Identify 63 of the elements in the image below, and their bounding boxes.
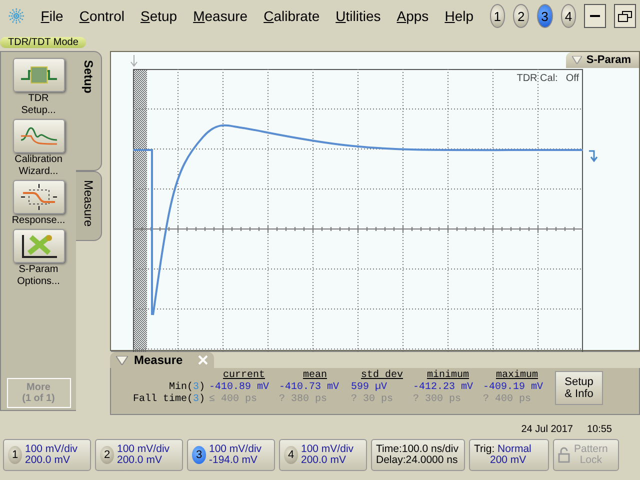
- restore-button[interactable]: [614, 4, 636, 28]
- dropdown-icon: [572, 56, 582, 64]
- channel-scale: 100 mV/div: [117, 444, 170, 455]
- measurement-name: Fall time(3): [132, 394, 206, 406]
- measure-title: Measure: [134, 353, 183, 367]
- menu-item[interactable]: Help: [436, 8, 482, 24]
- timebase-delay: Delay:24.0000 ns: [376, 455, 458, 466]
- restore-icon: [618, 10, 632, 22]
- setup-info-button[interactable]: Setup & Info: [555, 371, 603, 405]
- channel-button[interactable]: 1: [490, 4, 506, 28]
- column-header: current: [222, 370, 266, 382]
- cal-label: TDR Cal:: [516, 72, 558, 84]
- menu-item[interactable]: Setup: [132, 8, 186, 24]
- channel-number: 1: [8, 446, 22, 464]
- column-header: std dev: [360, 370, 404, 382]
- cal-value: Off: [566, 72, 579, 84]
- side-tab[interactable]: Measure: [76, 171, 102, 241]
- channel-number: 4: [284, 446, 298, 464]
- step-response-icon: [18, 184, 58, 210]
- trigger-marker-icon: [130, 55, 138, 67]
- channel-number: 2: [100, 446, 114, 464]
- measurement-value: -410.89 mV: [209, 382, 270, 394]
- menu-item[interactable]: Measure: [185, 8, 256, 24]
- time: 10:55: [586, 424, 612, 435]
- column-header: mean: [302, 370, 328, 382]
- side-tab[interactable]: Setup: [76, 51, 102, 171]
- measurement-value: -410.73 mV: [279, 382, 340, 394]
- channel-offset: -194.0 mV: [209, 455, 258, 466]
- trigger-level: 200 mV: [490, 455, 528, 466]
- collapse-icon: [116, 356, 128, 364]
- timebase-button[interactable]: Time:100.0 ns/div Delay:24.0000 ns: [371, 439, 465, 471]
- measurement-value: 599 µV: [351, 382, 388, 394]
- channel-scale: 100 mV/div: [25, 444, 78, 455]
- channel-button[interactable]: 2: [513, 4, 529, 28]
- minimize-button[interactable]: [584, 4, 606, 28]
- measurement-value: -412.23 mV: [413, 382, 474, 394]
- channel-button[interactable]: 4: [560, 4, 576, 28]
- trigger-mode: Trig: Normal: [474, 444, 532, 455]
- menu-item[interactable]: Control: [71, 8, 132, 24]
- column-header: minimum: [426, 370, 470, 382]
- menu-item[interactable]: File: [32, 8, 72, 24]
- menu-item[interactable]: Utilities: [328, 8, 389, 24]
- s-param-tab[interactable]: S-Param: [566, 52, 639, 68]
- trigger-button[interactable]: Trig: Normal 200 mV: [469, 439, 549, 471]
- padlock-icon: [558, 447, 570, 463]
- channel-scale: 100 mV/div: [209, 444, 262, 455]
- timebase-scale: Time:100.0 ns/div: [376, 444, 458, 455]
- date: 24 Jul 2017: [521, 424, 573, 435]
- minimize-icon: [590, 14, 600, 18]
- channel-offset: 200.0 mV: [117, 455, 163, 466]
- measurement-name: Min(3): [168, 382, 206, 394]
- pattern-lock-label: Pattern Lock: [574, 444, 608, 466]
- menu-item[interactable]: Calibrate: [256, 8, 328, 24]
- channel-scale: 100 mV/div: [301, 444, 354, 455]
- menu-item[interactable]: Apps: [388, 8, 437, 24]
- measurement-value: -409.19 mV: [483, 382, 544, 394]
- channel-offset: 200.0 mV: [25, 455, 71, 466]
- channel-offset: 200.0 mV: [301, 455, 347, 466]
- column-header: maximum: [494, 370, 539, 382]
- channel-button[interactable]: 3: [536, 4, 553, 28]
- channel-number: 3: [192, 446, 206, 464]
- mode-label: TDR/TDT Mode: [0, 37, 86, 48]
- channel-marker-icon: [589, 150, 599, 162]
